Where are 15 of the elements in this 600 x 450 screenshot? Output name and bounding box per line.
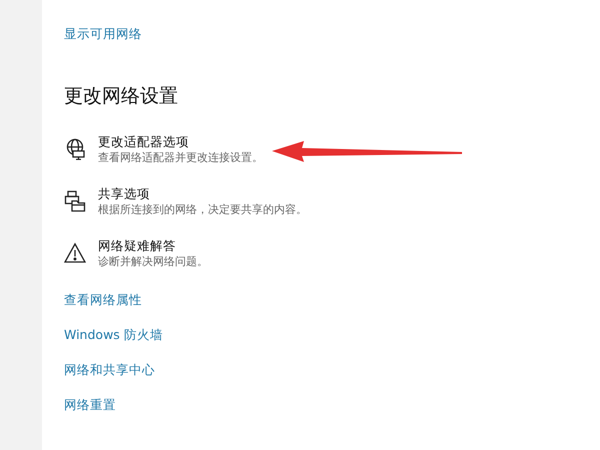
printer-folder-icon[interactable]	[64, 190, 86, 212]
option-description: 诊断并解决网络问题。	[98, 254, 208, 270]
option-title[interactable]: 网络疑难解答	[98, 238, 208, 254]
option-title[interactable]: 更改适配器选项	[98, 134, 263, 150]
show-networks-link[interactable]: 显示可用网络	[64, 26, 307, 43]
settings-link[interactable]: 查看网络属性	[64, 292, 307, 309]
settings-link[interactable]: 网络和共享中心	[64, 362, 307, 379]
option-description: 查看网络适配器并更改连接设置。	[98, 150, 263, 166]
globe-monitor-icon[interactable]	[64, 138, 86, 160]
section-heading: 更改网络设置	[64, 84, 179, 109]
option-description: 根据所连接到的网络，决定要共享的内容。	[98, 202, 307, 218]
settings-link[interactable]: 网络重置	[64, 397, 307, 414]
warning-icon[interactable]	[64, 242, 86, 264]
option-title[interactable]: 共享选项	[98, 186, 307, 202]
settings-link[interactable]: Windows 防火墙	[64, 327, 307, 344]
